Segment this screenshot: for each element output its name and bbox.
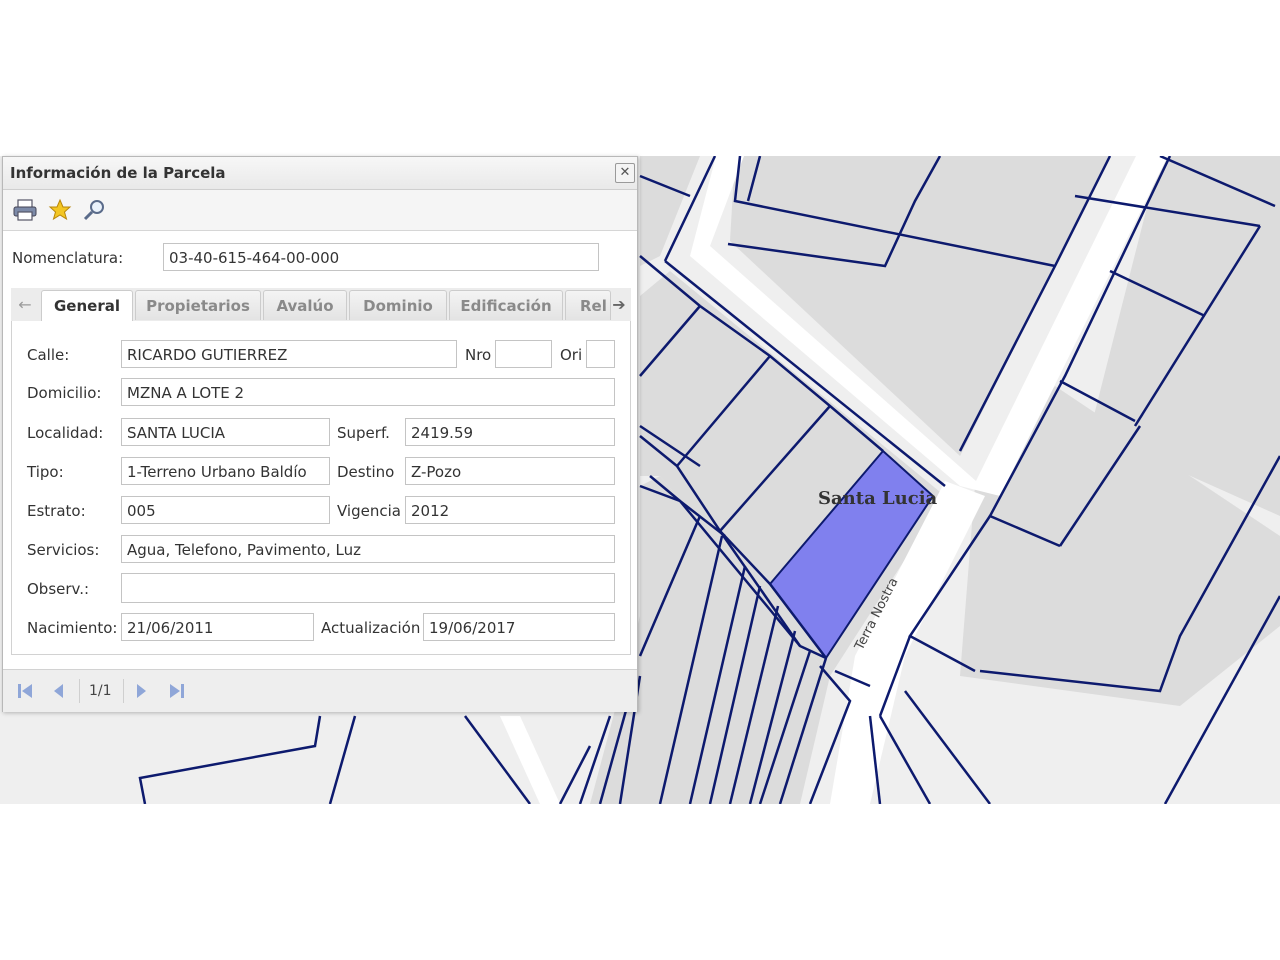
- superf-label: Superf.: [337, 424, 390, 442]
- localidad-label: Localidad:: [27, 424, 104, 442]
- tab-avaluo[interactable]: Avalúo: [263, 290, 347, 320]
- print-icon: [13, 199, 37, 221]
- tab-scroll-right[interactable]: ➔: [607, 290, 631, 320]
- pager-separator: [123, 679, 124, 703]
- vigencia-field[interactable]: 2012: [405, 496, 615, 524]
- close-icon: ✕: [619, 165, 631, 180]
- tab-rel[interactable]: Rel: [565, 290, 611, 320]
- dialog-titlebar[interactable]: Información de la Parcela ✕: [3, 157, 637, 190]
- next-page-button[interactable]: [131, 681, 151, 701]
- vigencia-label: Vigencia: [337, 502, 401, 520]
- map-locality-label: Santa Lucia: [818, 488, 938, 509]
- calle-field[interactable]: RICARDO GUTIERREZ: [121, 340, 457, 368]
- nro-field[interactable]: [495, 340, 552, 368]
- servicios-field[interactable]: Agua, Telefono, Pavimento, Luz: [121, 535, 615, 563]
- ori-label: Ori: [560, 346, 583, 364]
- tab-edificacion[interactable]: Edificación: [449, 290, 563, 320]
- magnifier-icon: [83, 200, 104, 221]
- nomenclatura-field[interactable]: 03-40-615-464-00-000: [163, 243, 599, 271]
- tipo-label: Tipo:: [27, 463, 64, 481]
- tab-propietarios[interactable]: Propietarios: [135, 290, 261, 320]
- ori-field[interactable]: [586, 340, 615, 368]
- tab-scroll-left[interactable]: ←: [13, 290, 37, 320]
- page-info: 1/1: [89, 683, 112, 699]
- destino-field[interactable]: Z-Pozo: [405, 457, 615, 485]
- arrow-right-icon: ➔: [612, 295, 626, 314]
- parcel-info-dialog[interactable]: Información de la Parcela ✕ Nomenclatura…: [2, 156, 638, 712]
- first-page-button[interactable]: [15, 681, 35, 701]
- domicilio-field[interactable]: MZNA A LOTE 2: [121, 378, 615, 406]
- calle-label: Calle:: [27, 346, 70, 364]
- first-page-icon: [18, 684, 32, 698]
- previous-page-icon: [54, 684, 63, 698]
- estrato-label: Estrato:: [27, 502, 86, 520]
- actualizacion-field[interactable]: 19/06/2017: [423, 613, 615, 641]
- next-page-icon: [137, 684, 146, 698]
- favorite-button[interactable]: [47, 198, 73, 222]
- last-page-icon: [170, 684, 184, 698]
- close-button[interactable]: ✕: [615, 163, 635, 183]
- dialog-title: Información de la Parcela: [10, 164, 226, 182]
- destino-label: Destino: [337, 463, 395, 481]
- actualizacion-label: Actualización: [321, 619, 421, 637]
- tab-bar: ← General Propietarios Avalúo Dominio Ed…: [11, 288, 631, 322]
- pager-separator: [79, 679, 80, 703]
- nomenclatura-value: 03-40-615-464-00-000: [169, 249, 340, 267]
- tab-dominio[interactable]: Dominio: [349, 290, 447, 320]
- superf-field[interactable]: 2419.59: [405, 418, 615, 446]
- star-icon: [48, 198, 72, 221]
- zoom-button[interactable]: [82, 198, 108, 222]
- estrato-field[interactable]: 005: [121, 496, 330, 524]
- domicilio-label: Domicilio:: [27, 384, 102, 402]
- tab-general[interactable]: General: [41, 290, 133, 322]
- nro-label: Nro: [465, 346, 492, 364]
- observ-field[interactable]: [121, 573, 615, 603]
- servicios-label: Servicios:: [27, 541, 100, 559]
- pager-bar: 1/1: [3, 669, 637, 712]
- print-button[interactable]: [12, 198, 38, 222]
- localidad-field[interactable]: SANTA LUCIA: [121, 418, 330, 446]
- tipo-field[interactable]: 1-Terreno Urbano Baldío: [121, 457, 330, 485]
- last-page-button[interactable]: [167, 681, 187, 701]
- nomenclatura-label: Nomenclatura:: [12, 249, 124, 267]
- nacimiento-label: Nacimiento:: [27, 619, 118, 637]
- nacimiento-field[interactable]: 21/06/2011: [121, 613, 314, 641]
- dialog-toolbar: [3, 190, 637, 231]
- observ-label: Observ.:: [27, 580, 90, 598]
- map-street: [500, 716, 560, 804]
- arrow-left-icon: ←: [18, 295, 32, 314]
- previous-page-button[interactable]: [49, 681, 69, 701]
- general-panel: [11, 321, 631, 655]
